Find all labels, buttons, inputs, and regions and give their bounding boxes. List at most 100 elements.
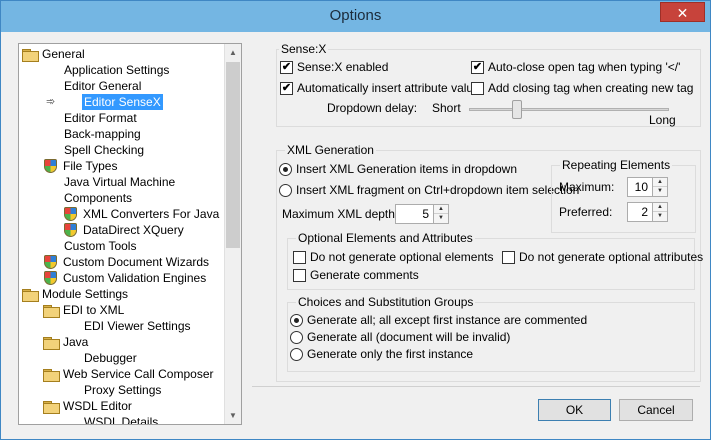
spin-up-icon[interactable]: ▲: [653, 203, 667, 212]
spinner-buttons[interactable]: ▲ ▼: [652, 178, 667, 196]
folder-icon: [22, 287, 39, 302]
close-button[interactable]: ✕: [660, 2, 705, 22]
tree-scrollbar[interactable]: ▲ ▼: [224, 44, 241, 424]
tree-item-label: Proxy Settings: [84, 383, 162, 397]
window-title: Options: [329, 7, 382, 24]
tree-item-label: Web Service Call Composer: [63, 367, 214, 381]
shield-icon: [43, 271, 59, 285]
shield-icon: [63, 223, 79, 237]
folder-icon: [43, 399, 60, 414]
options-tree[interactable]: General Application Settings Editor Genera…: [18, 43, 242, 425]
tree-item-label: XML Converters For Java: [83, 207, 220, 221]
scroll-up-arrow-icon[interactable]: ▲: [225, 44, 241, 61]
sensex-group: Sense:X ✔ Sense:X enabled ✔ Automaticall…: [276, 42, 701, 127]
spin-down-icon[interactable]: ▼: [434, 214, 448, 223]
check-icon: ✔: [471, 61, 484, 74]
tree-item-label: General: [42, 47, 85, 61]
tree-item-label: Custom Document Wizards: [63, 255, 210, 269]
tree-item-label: Debugger: [84, 351, 137, 365]
tree-item-label: Application Settings: [64, 63, 170, 77]
slider-short-label: Short: [432, 101, 461, 115]
tree-item-label: EDI to XML: [63, 303, 125, 317]
tree-item-label: Custom Tools: [64, 239, 137, 253]
radio-selected-icon: [290, 314, 303, 327]
repeating-elements-group: Repeating Elements Maximum: 10 ▲ ▼ Prefe…: [551, 158, 696, 233]
checkbox-empty: [471, 82, 484, 95]
slider-long-label: Long: [649, 113, 676, 127]
maximum-label: Maximum:: [559, 180, 615, 194]
insert-fragment-label: Insert XML fragment on Ctrl+dropdown ite…: [296, 183, 580, 197]
xml-generation-group: XML Generation Insert XML Generation ite…: [276, 143, 703, 382]
dropdown-delay-label: Dropdown delay:: [327, 101, 418, 115]
spin-up-icon[interactable]: ▲: [434, 205, 448, 214]
add-closing-tag-label: Add closing tag when creating new tag: [488, 81, 694, 95]
spin-up-icon[interactable]: ▲: [653, 178, 667, 187]
optional-elements-group: Optional Elements and Attributes Do not …: [287, 231, 703, 290]
settings-panel: Sense:X ✔ Sense:X enabled ✔ Automaticall…: [260, 36, 703, 382]
preferred-value[interactable]: 2: [628, 203, 651, 221]
auto-insert-attr-label: Automatically insert attribute value: [297, 81, 480, 95]
spin-down-icon[interactable]: ▼: [653, 212, 667, 221]
generate-all-commented-label: Generate all; all except first instance …: [307, 313, 588, 327]
spinner-buttons[interactable]: ▲ ▼: [433, 205, 448, 223]
maximum-spinner[interactable]: 10 ▲ ▼: [627, 177, 668, 197]
spinner-buttons[interactable]: ▲ ▼: [652, 203, 667, 221]
folder-icon: [43, 303, 60, 318]
shield-icon: [63, 207, 79, 221]
max-depth-value[interactable]: 5: [396, 205, 432, 223]
repeating-elements-title: Repeating Elements: [560, 158, 673, 172]
ok-button[interactable]: OK: [538, 399, 611, 421]
no-optional-elements-label: Do not generate optional elements: [310, 250, 494, 264]
radio-empty-icon: [279, 184, 292, 197]
tree-item-label: Custom Validation Engines: [63, 271, 207, 285]
max-depth-label: Maximum XML depth:: [282, 207, 399, 221]
generate-all-invalid-label: Generate all (document will be invalid): [307, 330, 511, 344]
dropdown-delay-slider[interactable]: [469, 108, 669, 111]
tree-item-label: Editor Format: [64, 111, 137, 125]
tree-item-label: Java Virtual Machine: [64, 175, 176, 189]
title-bar[interactable]: Options ✕: [1, 1, 710, 32]
generate-first-instance-label: Generate only the first instance: [307, 347, 474, 361]
check-icon: ✔: [280, 61, 293, 74]
max-depth-spinner[interactable]: 5 ▲ ▼: [395, 204, 449, 224]
radio-empty-icon: [290, 348, 303, 361]
scroll-thumb[interactable]: [226, 62, 240, 248]
spin-down-icon[interactable]: ▼: [653, 187, 667, 196]
dialog-client-area: General Application Settings Editor Genera…: [8, 32, 703, 434]
options-window: Options ✕ General Application Settings Edi…: [0, 0, 711, 440]
checkbox-empty: [293, 269, 306, 282]
cancel-button[interactable]: Cancel: [619, 399, 693, 421]
tree-item-label: File Types: [63, 159, 118, 173]
tree-item-label: Java: [63, 335, 89, 349]
folder-icon: [22, 47, 39, 62]
tree-item-label: Components: [64, 191, 133, 205]
xml-generation-title: XML Generation: [285, 143, 376, 157]
no-optional-attributes-label: Do not generate optional attributes: [519, 250, 704, 264]
shield-icon: [43, 255, 59, 269]
tree-item-label: DataDirect XQuery: [83, 223, 184, 237]
selected-arrow-icon: ➾: [46, 96, 56, 108]
footer-divider: [252, 386, 700, 387]
folder-icon: [43, 335, 60, 350]
preferred-spinner[interactable]: 2 ▲ ▼: [627, 202, 668, 222]
tree-item-label: Editor General: [64, 79, 142, 93]
shield-icon: [43, 159, 59, 173]
checkbox-empty: [293, 251, 306, 264]
tree-item-label: Editor SenseX: [82, 94, 163, 110]
check-icon: ✔: [280, 82, 293, 95]
optional-elements-title: Optional Elements and Attributes: [296, 231, 475, 245]
slider-thumb[interactable]: [511, 100, 522, 119]
maximum-value[interactable]: 10: [628, 178, 651, 196]
scroll-down-arrow-icon[interactable]: ▼: [225, 407, 241, 424]
sensex-enabled-label: Sense:X enabled: [297, 60, 389, 74]
tree-item-label: EDI Viewer Settings: [84, 319, 191, 333]
tree-item-label: WSDL Details: [84, 415, 159, 425]
tree-item-label: WSDL Editor: [63, 399, 132, 413]
radio-selected-icon: [279, 163, 292, 176]
generate-comments-label: Generate comments: [310, 268, 419, 282]
choices-group: Choices and Substitution Groups Generate…: [287, 295, 695, 372]
radio-empty-icon: [290, 331, 303, 344]
auto-close-tag-label: Auto-close open tag when typing '</': [488, 60, 681, 74]
tree-item-label: Spell Checking: [64, 143, 145, 157]
sensex-group-title: Sense:X: [279, 42, 329, 56]
